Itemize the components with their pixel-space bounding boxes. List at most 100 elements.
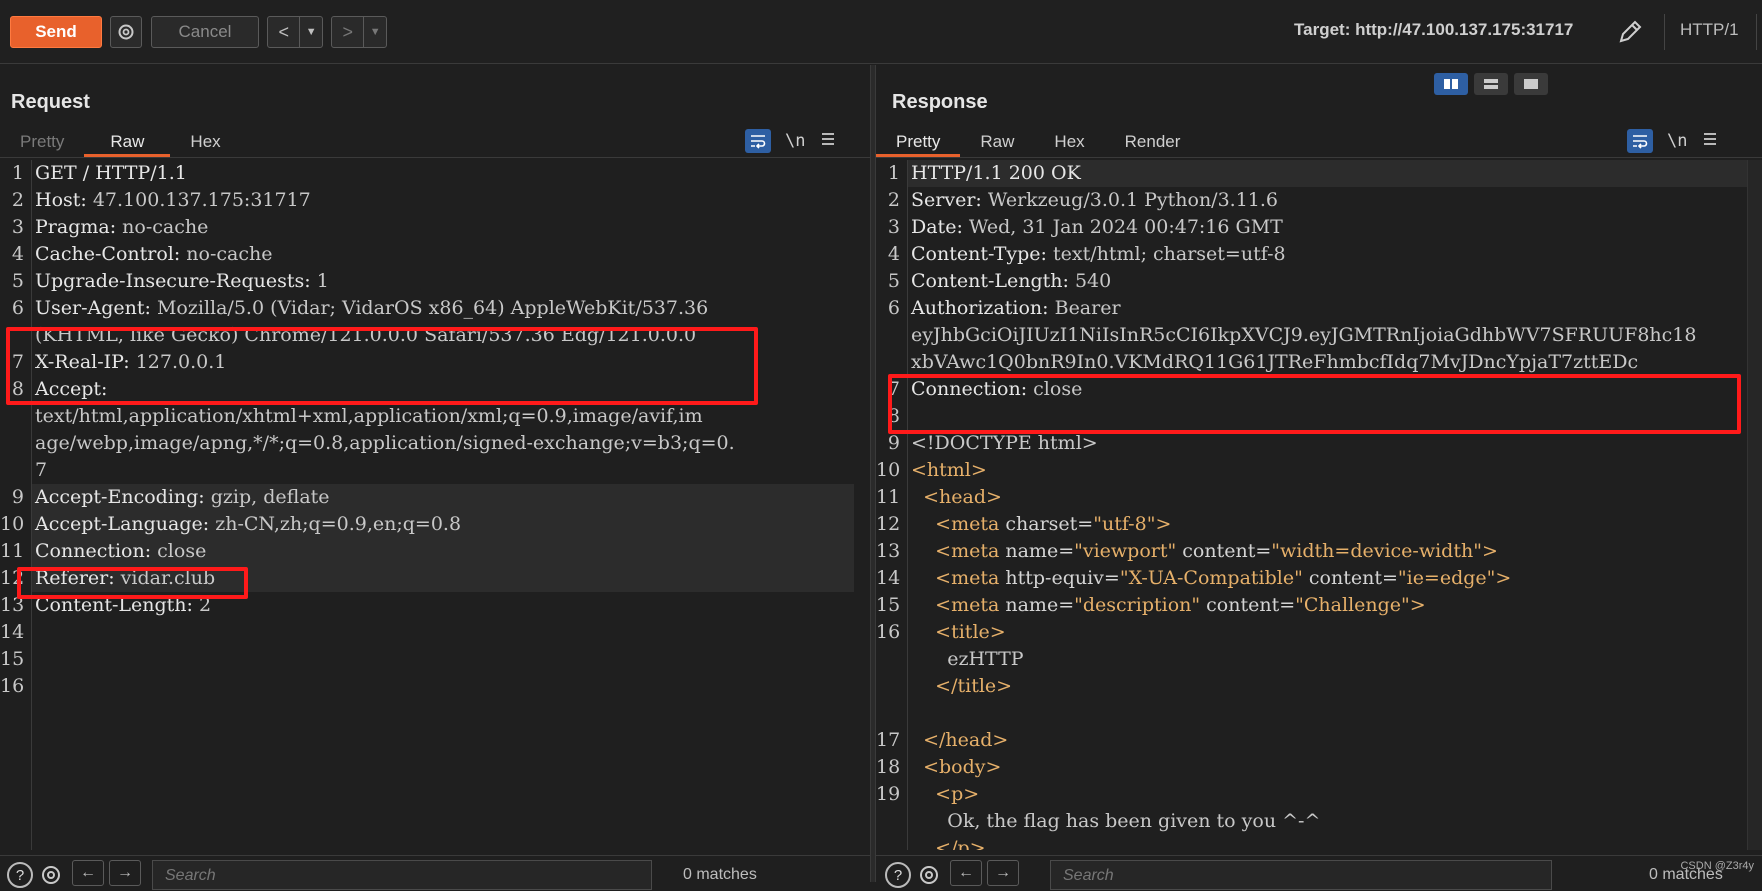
- response-title: Response: [892, 91, 988, 113]
- response-line[interactable]: 10 <html>: [876, 457, 1748, 484]
- request-line[interactable]: text/html,application/xhtml+xml,applicat…: [0, 403, 870, 430]
- request-line[interactable]: 5 Upgrade-Insecure-Requests: 1: [0, 268, 870, 295]
- response-line[interactable]: [876, 700, 1748, 727]
- help-icon[interactable]: ?: [7, 862, 33, 888]
- target-label[interactable]: Target: http://47.100.137.175:31717: [1294, 20, 1573, 40]
- response-show-newlines-toggle[interactable]: \n: [1667, 131, 1687, 151]
- response-search-input[interactable]: Search: [1050, 860, 1552, 890]
- code-token-val: [911, 513, 935, 535]
- code-token-val: [911, 540, 935, 562]
- response-line[interactable]: 11 <head>: [876, 484, 1748, 511]
- request-line[interactable]: 14: [0, 619, 870, 646]
- response-line[interactable]: 5 Content-Length: 540: [876, 268, 1748, 295]
- layout-side-by-side-button[interactable]: [1434, 73, 1468, 95]
- response-tab-raw[interactable]: Raw: [960, 127, 1034, 157]
- request-search-input[interactable]: Search: [152, 860, 652, 890]
- response-line[interactable]: 15 <meta name="description" content="Cha…: [876, 592, 1748, 619]
- response-line[interactable]: Ok, the flag has been given to you ^-^: [876, 808, 1748, 835]
- response-search-previous-button[interactable]: ←: [950, 860, 982, 886]
- response-line[interactable]: 13 <meta name="viewport" content="width=…: [876, 538, 1748, 565]
- response-line[interactable]: 4 Content-Type: text/html; charset=utf-8: [876, 241, 1748, 268]
- response-help-icon[interactable]: ?: [885, 862, 911, 888]
- response-word-wrap-toggle[interactable]: [1627, 129, 1653, 153]
- code-token-val: Wed, 31 Jan 2024 00:47:16 GMT: [962, 216, 1283, 238]
- request-line[interactable]: 7: [0, 457, 870, 484]
- code-token-attr: charset=: [999, 513, 1094, 535]
- response-line[interactable]: 18 <body>: [876, 754, 1748, 781]
- forward-button[interactable]: >: [332, 17, 363, 47]
- request-line[interactable]: 3 Pragma: no-cache: [0, 214, 870, 241]
- response-search-settings-gear-icon[interactable]: [916, 862, 942, 888]
- code-token-tag: >: [1155, 513, 1172, 535]
- back-nav-group: < ▼: [267, 16, 323, 48]
- response-line[interactable]: </title>: [876, 673, 1748, 700]
- response-line[interactable]: 2 Server: Werkzeug/3.0.1 Python/3.11.6: [876, 187, 1748, 214]
- menu-icon[interactable]: [819, 131, 837, 152]
- layout-tabs-button[interactable]: [1514, 73, 1548, 95]
- response-tab-hex[interactable]: Hex: [1034, 127, 1104, 157]
- back-button[interactable]: <: [268, 17, 299, 47]
- request-line[interactable]: 4 Cache-Control: no-cache: [0, 241, 870, 268]
- cancel-button[interactable]: Cancel: [151, 16, 259, 48]
- code-token-attr: name=: [999, 540, 1075, 562]
- line-number: 17: [876, 729, 901, 751]
- response-search-next-button[interactable]: →: [987, 860, 1019, 886]
- request-line[interactable]: 10 Accept-Language: zh-CN,zh;q=0.9,en;q=0…: [0, 511, 870, 538]
- layout-stacked-button[interactable]: [1474, 73, 1508, 95]
- back-history-dropdown-icon[interactable]: ▼: [299, 17, 322, 47]
- header-name: Upgrade-Insecure-Requests:: [35, 270, 311, 292]
- response-line[interactable]: 3 Date: Wed, 31 Jan 2024 00:47:16 GMT: [876, 214, 1748, 241]
- settings-gear-button[interactable]: [110, 16, 142, 48]
- response-tab-render[interactable]: Render: [1105, 127, 1201, 157]
- search-settings-gear-icon[interactable]: [38, 862, 64, 888]
- word-wrap-toggle[interactable]: [745, 129, 771, 153]
- send-button[interactable]: Send: [10, 16, 102, 48]
- show-newlines-toggle[interactable]: \n: [785, 131, 805, 151]
- response-line[interactable]: 1 HTTP/1.1 200 OK: [876, 160, 1748, 187]
- request-editor[interactable]: 1 GET / HTTP/1.1 2 Host: 47.100.137.175:317…: [0, 160, 870, 850]
- request-tab-raw[interactable]: Raw: [84, 127, 171, 157]
- response-line[interactable]: ezHTTP: [876, 646, 1748, 673]
- request-line[interactable]: 1 GET / HTTP/1.1: [0, 160, 870, 187]
- header-name: User-Agent:: [35, 297, 151, 319]
- code-token-str: "Challenge": [1295, 594, 1410, 616]
- line-number: 11: [0, 540, 25, 562]
- request-line[interactable]: 9 Accept-Encoding: gzip, deflate: [0, 484, 870, 511]
- forward-history-dropdown-icon[interactable]: ▼: [363, 17, 386, 47]
- search-previous-button[interactable]: ←: [72, 860, 104, 886]
- response-line[interactable]: 12 <meta charset="utf-8">: [876, 511, 1748, 538]
- request-line[interactable]: 6 User-Agent: Mozilla/5.0 (Vidar; VidarOS…: [0, 295, 870, 322]
- request-line[interactable]: 15: [0, 646, 870, 673]
- response-line[interactable]: xbVAwc1Q0bnR9In0.VKMdRQ11G61JTReFhmbcfId…: [876, 349, 1748, 376]
- response-line[interactable]: 9 <!DOCTYPE html>: [876, 430, 1748, 457]
- code-token-tag: >: [1495, 567, 1512, 589]
- forward-nav-group: > ▼: [331, 16, 387, 48]
- request-line[interactable]: 11 Connection: close: [0, 538, 870, 565]
- response-tab-pretty[interactable]: Pretty: [876, 127, 961, 157]
- request-line[interactable]: age/webp,image/apng,*/*;q=0.8,applicatio…: [0, 430, 870, 457]
- response-editor[interactable]: 1 HTTP/1.1 200 OK 2 Server: Werkzeug/3.0.1 …: [876, 160, 1748, 850]
- response-line[interactable]: 19 <p>: [876, 781, 1748, 808]
- edit-target-icon[interactable]: [1616, 18, 1644, 51]
- request-tab-hex[interactable]: Hex: [170, 127, 240, 157]
- response-line[interactable]: eyJhbGciOiJIUzI1NiIsInR5cCI6IkpXVCJ9.eyJ…: [876, 322, 1748, 349]
- response-tab-divider: [876, 157, 1762, 158]
- response-line[interactable]: 6 Authorization: Bearer: [876, 295, 1748, 322]
- response-menu-icon[interactable]: [1701, 131, 1719, 152]
- code-token-val: eyJhbGciOiJIUzI1NiIsInR5cCI6IkpXVCJ9.eyJ…: [911, 324, 1697, 346]
- response-line[interactable]: 17 </head>: [876, 727, 1748, 754]
- request-line[interactable]: 16: [0, 673, 870, 700]
- response-scrollbar[interactable]: [1747, 160, 1762, 850]
- request-line[interactable]: 2 Host: 47.100.137.175:31717: [0, 187, 870, 214]
- request-tab-pretty[interactable]: Pretty: [0, 127, 84, 157]
- response-line[interactable]: 14 <meta http-equiv="X-UA-Compatible" co…: [876, 565, 1748, 592]
- http-version-label[interactable]: HTTP/1: [1680, 20, 1739, 40]
- response-line[interactable]: </p>: [876, 835, 1748, 850]
- search-next-button[interactable]: →: [109, 860, 141, 886]
- code-token-attr: name=: [999, 594, 1075, 616]
- header-value: no-cache: [180, 243, 273, 265]
- code-token-tag: <head>: [923, 486, 1002, 508]
- header-value: close: [151, 540, 207, 562]
- response-line[interactable]: 16 <title>: [876, 619, 1748, 646]
- code-token-tag: <body>: [923, 756, 1002, 778]
